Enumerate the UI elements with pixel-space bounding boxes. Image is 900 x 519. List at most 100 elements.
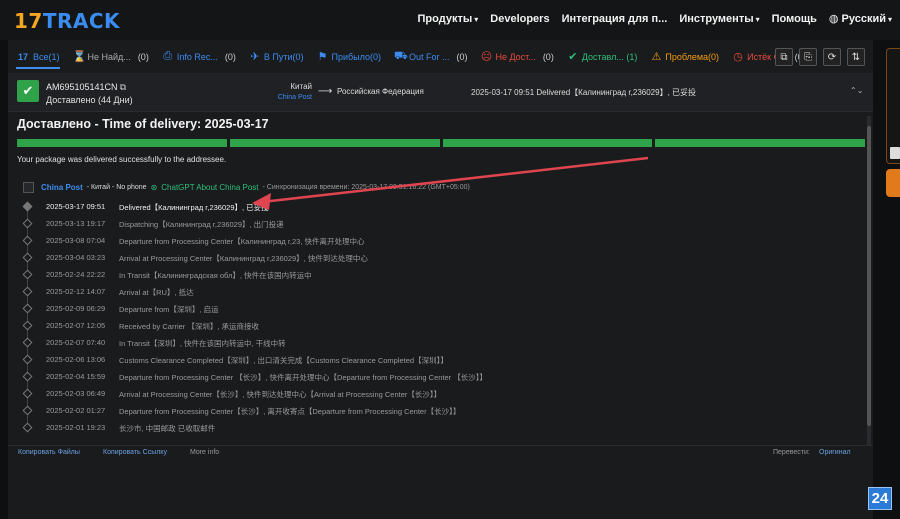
timeline-event: 2025-02-09 06:29 Departure from【深圳】, 启运 — [8, 301, 873, 318]
filter-label: Info Rec... — [176, 51, 218, 62]
export-icon[interactable]: ⎘ — [799, 48, 817, 66]
filter-icon: ✔ — [568, 51, 578, 63]
event-time: 2025-02-09 06:29 — [46, 304, 106, 313]
event-description: Delivered【Калининград r,236029】, 已妥投 — [119, 203, 269, 212]
toolbar: ⧉ ⎘ ⟳ ⇅ — [775, 48, 865, 66]
event-time: 2025-02-07 12:05 — [46, 321, 106, 330]
badge-24[interactable]: 24 — [868, 487, 892, 510]
timeline-dot-icon — [22, 218, 33, 229]
scrollbar-thumb[interactable] — [867, 126, 871, 426]
sort-icon[interactable]: ⇅ — [847, 48, 865, 66]
event-description: Arrival at【RU】, 抵达 — [119, 288, 194, 297]
filter-icon: ✈ — [250, 51, 260, 63]
status-filter-tab[interactable]: ✈ В Пути(0) — [249, 50, 304, 63]
event-description: In Transit【Калининградская обл】, 快件在该国内转… — [119, 271, 312, 280]
event-description: Departure from Processing Center【长沙】, 离开… — [119, 407, 461, 416]
timeline-dot-icon — [22, 303, 33, 314]
timeline-dot-icon — [22, 354, 33, 365]
chatgpt-icon: ⊛ — [150, 183, 158, 192]
nav-item[interactable]: Помощь — [772, 13, 817, 25]
chevron-down-icon: ▾ — [755, 14, 760, 24]
timeline-dot-icon — [22, 405, 33, 416]
timeline-event: 2025-03-17 09:51 Delivered【Калининград r,… — [8, 199, 873, 216]
copy-icon[interactable]: ⧉ — [775, 48, 793, 66]
event-description: Customs Clearance Completed【深圳】, 出口清关完成【… — [119, 356, 448, 365]
nav-menu: Продукты ▾ Developers Интеграция для п... Ин… — [418, 12, 892, 26]
timeline-event: 2025-02-07 07:40 In Transit【深圳】, 快件在该国内转运… — [8, 335, 873, 352]
filter-label: Прибыло(0) — [331, 51, 381, 62]
event-time: 2025-03-17 09:51 — [46, 202, 106, 211]
copy-link-link[interactable]: Копировать Ссылку — [103, 449, 167, 456]
event-description: Departure from Processing Center【Калинин… — [119, 237, 365, 246]
more-info-link[interactable]: More info — [190, 449, 219, 456]
filter-count: (0) — [224, 51, 236, 62]
nav-item[interactable]: Продукты ▾ — [418, 13, 479, 25]
chatgpt-link[interactable]: ChatGPT About China Post — [161, 183, 258, 192]
event-time: 2025-02-07 07:40 — [46, 338, 106, 347]
collapse-icon[interactable]: ⌃⌄ — [850, 86, 863, 95]
nav-item[interactable]: ◍ Русский ▾ — [829, 12, 892, 25]
nav-item[interactable]: Developers — [490, 13, 549, 25]
copy-files-link[interactable]: Копировать Файлы — [18, 449, 80, 456]
route-arrow-icon: ⟶ — [318, 86, 333, 97]
status-filter-tab[interactable]: ⎙ Info Rec... (0) — [162, 50, 236, 63]
latest-event: 2025-03-17 09:51 Delivered【Калининград r… — [471, 88, 697, 97]
event-time: 2025-02-12 14:07 — [46, 287, 106, 296]
top-navigation: 17TRACK Продукты ▾ Developers Интеграция дл… — [0, 0, 900, 40]
copy-icon[interactable]: ⧉ — [120, 82, 126, 92]
event-time: 2025-03-08 07:04 — [46, 236, 106, 245]
carrier-meta: - Китай - No phone — [86, 184, 147, 191]
event-time: 2025-02-03 06:49 — [46, 389, 106, 398]
timeline-event: 2025-02-24 22:22 In Transit【Калининградск… — [8, 267, 873, 284]
side-orange-button[interactable] — [886, 169, 900, 197]
status-filter-tab[interactable]: ☹ Не Дост... (0) — [480, 50, 554, 63]
timeline-event: 2025-03-08 07:04 Departure from Processin… — [8, 233, 873, 250]
translate-original-select[interactable]: Оригинал — [819, 449, 851, 456]
status-filter-tab[interactable]: ⛟ Out For ... (0) — [394, 50, 468, 64]
nav-item[interactable]: Инструменты ▾ — [679, 13, 759, 25]
side-widget[interactable] — [886, 48, 900, 164]
nav-item[interactable]: Интеграция для п... — [562, 13, 668, 25]
status-filter-tab[interactable]: ⚑ Прибыло(0) — [316, 50, 381, 63]
timeline-dot-icon — [22, 235, 33, 246]
timeline-dot-icon — [22, 320, 33, 331]
side-widget-icon[interactable] — [890, 147, 900, 159]
timeline-dot-icon — [22, 252, 33, 263]
scrollbar[interactable] — [867, 116, 871, 446]
progress-segment — [17, 139, 227, 147]
event-description: Received by Carrier 【深圳】, 承运商接收 — [119, 322, 260, 331]
delivered-check-icon[interactable]: ✔ — [17, 80, 39, 102]
progress-segment — [442, 139, 653, 147]
carrier-checkbox[interactable] — [23, 182, 34, 193]
status-filter-tab[interactable]: ⚠ Проблема(0) — [650, 50, 719, 63]
timeline-event: 2025-02-04 15:59 Departure from Processin… — [8, 369, 873, 386]
status-filter-tab[interactable]: 17 Все(1) — [16, 45, 60, 69]
status-filter-bar: 17 Все(1) ⌛ Не Найд... (0) ⎙ Info Rec... (0) ✈ В … — [8, 40, 873, 74]
refresh-icon[interactable]: ⟳ — [823, 48, 841, 66]
event-description: In Transit【深圳】, 快件在该国内转运中, 干线中转 — [119, 339, 286, 348]
timeline-event: 2025-02-03 06:49 Arrival at Processing Ce… — [8, 386, 873, 403]
globe-icon: ◍ — [828, 13, 842, 25]
destination-country: Российская Федерация — [337, 87, 424, 96]
origin-carrier-link[interactable]: China Post — [274, 94, 312, 101]
filter-count: (0) — [456, 51, 468, 62]
timeline-dot-icon — [22, 269, 33, 280]
sync-time: - Синхронизация времени: 2025-03-17 09:5… — [262, 184, 470, 191]
shipment-status: Доставлено (44 Дни) — [46, 95, 133, 105]
delivery-message: Your package was delivered successfully … — [17, 155, 227, 164]
timeline-event: 2025-03-13 19:17 Dispatching【Калининград … — [8, 216, 873, 233]
event-time: 2025-02-04 15:59 — [46, 372, 106, 381]
shipment-row[interactable]: ✔ AM695105141CN ⧉ Доставлено (44 Дни) Кит… — [8, 74, 873, 112]
event-description: Arrival at Processing Center【Калининград… — [119, 254, 368, 263]
status-filter-tab[interactable]: ⌛ Не Найд... (0) — [73, 50, 149, 63]
origin-country: Китай — [290, 82, 312, 91]
event-time: 2025-02-02 01:27 — [46, 406, 106, 415]
status-filter-tab[interactable]: ✔ Доставл... (1) — [567, 50, 637, 63]
logo-17track[interactable]: 17TRACK — [14, 9, 120, 33]
timeline-event: 2025-02-06 13:06 Customs Clearance Comple… — [8, 352, 873, 369]
timeline-dot-icon — [22, 201, 33, 212]
carrier-name-link[interactable]: China Post — [41, 183, 83, 192]
filter-label: В Пути(0) — [263, 51, 304, 62]
timeline-dot-icon — [22, 337, 33, 348]
event-description: Departure from【深圳】, 启运 — [119, 305, 219, 314]
